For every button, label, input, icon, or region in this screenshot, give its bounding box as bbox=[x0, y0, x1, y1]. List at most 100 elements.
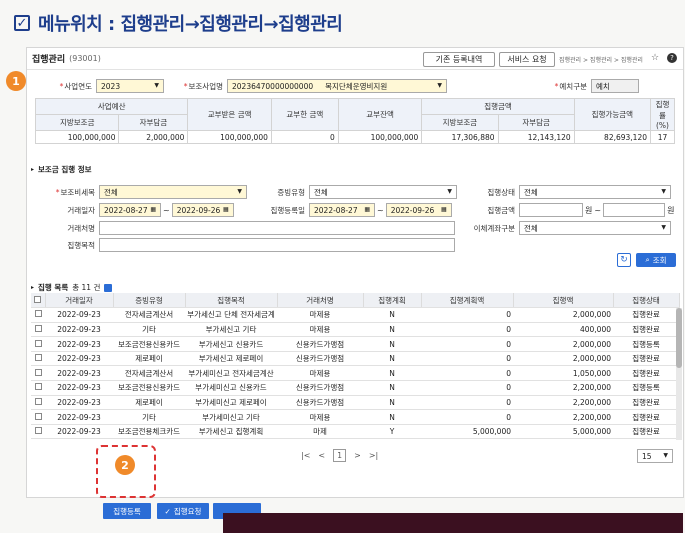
account-filter: *예치구분 예치 bbox=[547, 79, 639, 93]
exec-self-header: 자부담금 bbox=[497, 114, 575, 131]
star-icon[interactable]: ☆ bbox=[651, 53, 659, 63]
row-checkbox[interactable] bbox=[31, 380, 45, 396]
exec-local-header: 지방보조금 bbox=[421, 114, 499, 131]
table-cell: 부가세신고 제로페이 bbox=[185, 351, 277, 367]
row-checkbox[interactable] bbox=[31, 409, 45, 425]
table-cell: N bbox=[363, 322, 421, 338]
search-section-title: ▸ 보조금 집행 정보 bbox=[31, 165, 92, 174]
table-cell: 집행완료 bbox=[613, 409, 679, 425]
table-row[interactable]: 2022-09-23 제로페이 부가세신고 제로페이 신용카드가맹점 N 0 2,000,0… bbox=[31, 351, 679, 367]
table-cell: 2022-09-23 bbox=[45, 380, 113, 396]
table-cell: 2022-09-23 bbox=[45, 307, 113, 323]
table-cell: 집행등록 bbox=[613, 336, 679, 352]
row-checkbox[interactable] bbox=[31, 424, 45, 440]
select-all-checkbox[interactable] bbox=[31, 293, 46, 309]
table-cell: 마제용 bbox=[277, 409, 363, 425]
table-cell: 부가세미신고 기타 bbox=[185, 409, 277, 425]
table-row[interactable]: 2022-09-23 전자세금계산서 부가세신고 단체 전자세금계 마제용 N 0 2,00… bbox=[31, 307, 679, 323]
bullet-icon: ▸ bbox=[31, 284, 35, 291]
item-select[interactable]: 전체 ▼ bbox=[99, 185, 247, 199]
self-header: 자부담금 bbox=[118, 114, 189, 131]
table-cell: 집행완료 bbox=[613, 307, 679, 323]
table-row[interactable]: 2022-09-23 보조금전용체크카드 부가세신고 집행계획 마제 Y 5,000,00… bbox=[31, 424, 679, 440]
page-title: 집행관리 bbox=[32, 55, 66, 65]
excel-icon[interactable] bbox=[104, 283, 113, 292]
table-cell: 부가세신고 기타 bbox=[185, 322, 277, 338]
available-header: 집행가능금액 bbox=[573, 98, 652, 131]
table-row[interactable]: 2022-09-23 전자세금계산서 부가세미신고 전자세금계산 마제용 N 0 1,050… bbox=[31, 365, 679, 382]
received-value: 100,000,000 bbox=[187, 130, 272, 144]
table-cell: 2,000,000 bbox=[513, 336, 613, 352]
rate-header: 집행률 (%) bbox=[650, 98, 675, 131]
table-cell: 0 bbox=[421, 336, 513, 352]
page-number[interactable]: 1 bbox=[333, 449, 347, 462]
help-icon[interactable]: ? bbox=[667, 53, 677, 63]
transfer-filter: 이체계좌구분 전체 ▼ bbox=[465, 221, 671, 235]
row-checkbox[interactable] bbox=[31, 322, 45, 338]
row-checkbox[interactable] bbox=[31, 307, 45, 323]
amount-from-input[interactable] bbox=[519, 203, 583, 217]
subsidy-filter: *보조사업명 20236470000000000 복지단체운영비지원 ▼ bbox=[175, 79, 447, 93]
returned-value: 0 bbox=[270, 130, 339, 144]
table-cell: 집행완료 bbox=[613, 424, 679, 440]
table-row[interactable]: 2022-09-23 제로페이 부가세미신고 제로페이 신용카드가맹점 N 0 2,200,… bbox=[31, 395, 679, 411]
year-select[interactable]: 2023 ▼ bbox=[96, 79, 164, 93]
request-button[interactable]: ✓ 집행요청 bbox=[157, 503, 209, 519]
txdate-to[interactable]: 2022-09-26 ▦ bbox=[171, 203, 234, 217]
table-cell: N bbox=[363, 307, 421, 323]
col-header: 집행계획액 bbox=[421, 293, 514, 309]
amount-filter: 집행금액 원 ~ 원 bbox=[465, 203, 674, 217]
first-page-icon[interactable]: |< bbox=[301, 451, 310, 460]
step-marker-2: 2 bbox=[115, 455, 135, 475]
row-checkbox[interactable] bbox=[31, 365, 45, 382]
txdate-from[interactable]: 2022-08-27 ▦ bbox=[99, 203, 161, 217]
table-cell: 2,200,000 bbox=[513, 409, 613, 425]
transfer-select[interactable]: 전체 ▼ bbox=[519, 221, 671, 235]
table-cell: 2022-09-23 bbox=[45, 409, 113, 425]
table-cell: 집행완료 bbox=[613, 395, 679, 411]
last-page-icon[interactable]: >| bbox=[369, 451, 378, 460]
regdate-from[interactable]: 2022-08-27 ▦ bbox=[309, 203, 375, 217]
regdate-to[interactable]: 2022-09-26 ▦ bbox=[385, 203, 452, 217]
table-cell: 0 bbox=[421, 351, 513, 367]
amount-to-input[interactable] bbox=[603, 203, 666, 217]
regdate-filter: 집행등록일 2022-08-27 ▦ ~ 2022-09-26 ▦ bbox=[253, 203, 452, 217]
evidence-select[interactable]: 전체 ▼ bbox=[309, 185, 457, 199]
balance-header: 교부잔액 bbox=[337, 98, 423, 131]
table-row[interactable]: 2022-09-23 보조금전용신용카드 부가세미신고 신용카드 신용카드가맹점 N 0 2… bbox=[31, 380, 679, 396]
table-cell: 마제용 bbox=[277, 322, 363, 338]
table-row[interactable]: 2022-09-23 기타 부가세미신고 기타 마제용 N 0 2,200,000 집행완료 bbox=[31, 409, 679, 425]
list-title: ▸ 집행 목록 총 11 건 bbox=[31, 282, 113, 293]
subsidy-select[interactable]: 20236470000000000 복지단체운영비지원 ▼ bbox=[227, 79, 447, 93]
table-row[interactable]: 2022-09-23 기타 부가세신고 기타 마제용 N 0 400,000 집행완료 bbox=[31, 322, 679, 338]
row-checkbox[interactable] bbox=[31, 351, 45, 367]
status-select[interactable]: 전체 ▼ bbox=[519, 185, 671, 199]
item-filter: *보조비세목 전체 ▼ bbox=[47, 185, 247, 199]
table-cell: 2022-09-23 bbox=[45, 336, 113, 352]
table-scrollbar[interactable] bbox=[676, 308, 682, 440]
history-button[interactable]: 기존 등록내역 bbox=[423, 52, 495, 67]
table-cell: 보조금전용신용카드 bbox=[113, 336, 185, 352]
table-cell: N bbox=[363, 409, 421, 425]
table-row[interactable]: 2022-09-23 보조금전용신용카드 부가세신고 신용카드 신용카드가맹점 N 0 2,… bbox=[31, 336, 679, 352]
page-size-select[interactable]: 15 ▼ bbox=[637, 449, 673, 463]
row-checkbox[interactable] bbox=[31, 395, 45, 411]
table-cell: 집행완료 bbox=[613, 365, 679, 382]
col-header: 집행상태 bbox=[613, 293, 680, 309]
received-header: 교부받은 금액 bbox=[187, 98, 272, 131]
register-button[interactable]: 집행등록 bbox=[103, 503, 151, 519]
service-request-button[interactable]: 서비스 요청 bbox=[499, 52, 555, 67]
prev-page-icon[interactable]: < bbox=[318, 451, 325, 460]
vendor-input[interactable] bbox=[99, 221, 455, 235]
search-button[interactable]: ⌕ 조회 bbox=[636, 253, 676, 267]
table-cell: 0 bbox=[421, 365, 513, 382]
table-cell: 제로페이 bbox=[113, 395, 185, 411]
row-checkbox[interactable] bbox=[31, 336, 45, 352]
table-cell: 신용카드가맹점 bbox=[277, 395, 363, 411]
table-cell: 2022-09-23 bbox=[45, 424, 113, 440]
table-cell: 0 bbox=[421, 395, 513, 411]
reset-icon[interactable]: ↻ bbox=[617, 253, 631, 267]
purpose-input[interactable] bbox=[99, 238, 455, 252]
account-field[interactable]: 예치 bbox=[591, 79, 639, 93]
next-page-icon[interactable]: > bbox=[354, 451, 361, 460]
